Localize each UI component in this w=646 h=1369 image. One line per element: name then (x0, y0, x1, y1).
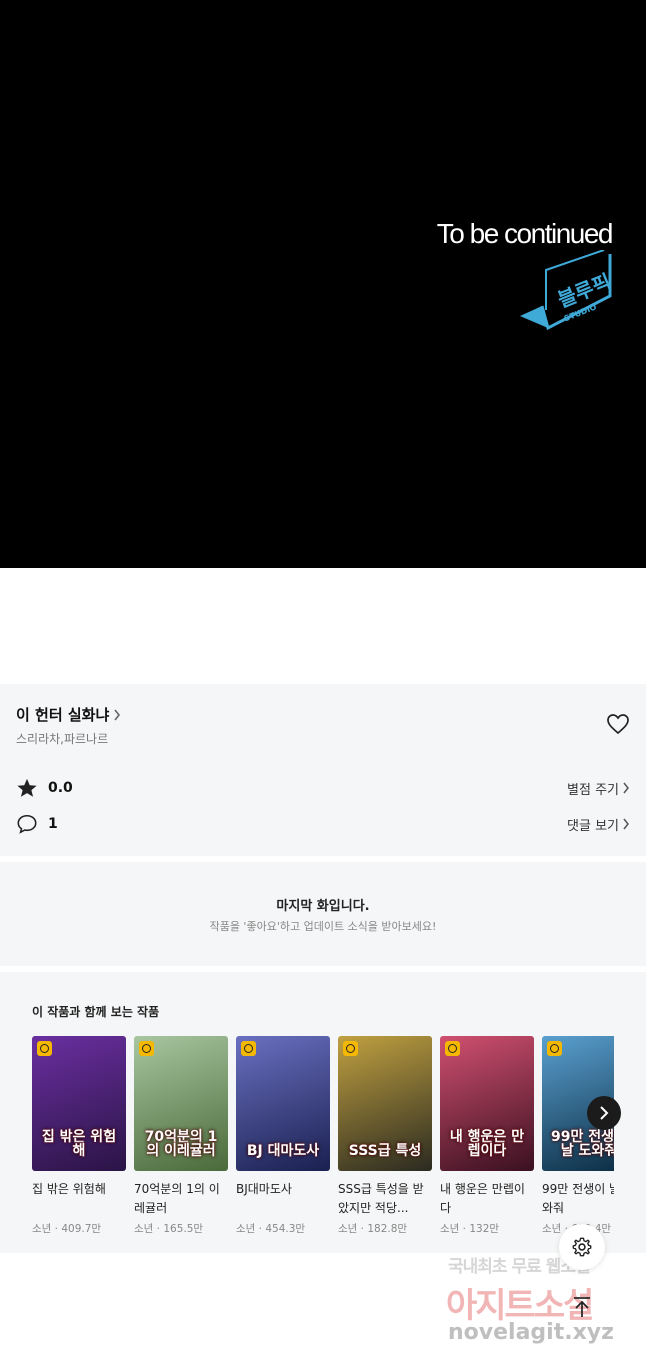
recommendation-card[interactable]: 집 밖은 위험해 집 밖은 위험해 소년 · 409.7만 (32, 1036, 126, 1236)
recommendation-title: 70억분의 1의 이레귤러 (134, 1182, 220, 1215)
clock-badge-icon (343, 1041, 358, 1056)
gear-icon (572, 1237, 592, 1257)
carousel-next-button[interactable] (587, 1096, 621, 1130)
cover-thumbnail: SSS급 특성 (338, 1036, 432, 1171)
settings-button[interactable] (559, 1224, 605, 1270)
recommendation-meta: 소년 · 132만 (440, 1223, 500, 1235)
recommendation-title: 99만 전생이 날 도와줘 (542, 1182, 614, 1215)
recommendation-card[interactable]: 70억분의 1의 이레귤러 70억분의 1의 이레귤러소년 · 165.5만 (134, 1036, 228, 1236)
episode-viewer: To be continued 블루픽 STUDIO (0, 0, 646, 568)
last-episode-heading: 마지막 화입니다. (276, 899, 370, 914)
clock-badge-icon (139, 1041, 154, 1056)
recommendation-title: 집 밖은 위험해 (32, 1182, 106, 1196)
recommendation-meta: 소년 · 454.3만 (236, 1223, 306, 1235)
recommendation-card[interactable]: 99만 전생이 날 도와줘99만 전생이 날 도와줘소년 · 652.4만 (542, 1036, 614, 1236)
cover-thumbnail: BJ 대마도사 (236, 1036, 330, 1171)
recommendation-card[interactable]: BJ 대마도사 BJ대마도사소년 · 454.3만 (236, 1036, 330, 1236)
cover-title-art: SSS급 특성 (348, 1143, 422, 1160)
work-title: 이 헌터 실화냐 (16, 706, 110, 724)
star-icon (17, 778, 37, 797)
rating-value: 0.0 (48, 780, 73, 796)
arrow-up-icon (574, 1297, 590, 1317)
chevron-right-icon (600, 1106, 609, 1120)
clock-badge-icon (241, 1041, 256, 1056)
heart-icon[interactable] (606, 712, 630, 736)
last-episode-notice: 마지막 화입니다. 작품을 '좋아요'하고 업데이트 소식을 받아보세요! (0, 862, 646, 966)
recommendation-meta: 소년 · 409.7만 (32, 1223, 102, 1235)
cover-thumbnail: 70억분의 1의 이레귤러 (134, 1036, 228, 1171)
recommendations-carousel[interactable]: 집 밖은 위험해 집 밖은 위험해 소년 · 409.7만 70억분의 1의 이레귤러… (32, 1036, 614, 1246)
last-episode-subtext: 작품을 '좋아요'하고 업데이트 소식을 받아보세요! (209, 920, 437, 933)
to-be-continued-text: To be continued (436, 218, 614, 249)
cover-thumbnail: 집 밖은 위험해 (32, 1036, 126, 1171)
recommendations-section: 이 작품과 함께 보는 작품 집 밖은 위험해 집 밖은 위험해 소년 · 409.… (0, 972, 646, 1253)
clock-badge-icon (547, 1041, 562, 1056)
rate-button[interactable]: 별점 주기 (567, 779, 630, 798)
recommendation-card[interactable]: 내 행운은 만렙이다 내 행운은 만렙이다 소년 · 132만 (440, 1036, 534, 1236)
recommendations-heading: 이 작품과 함께 보는 작품 (32, 1005, 160, 1019)
chevron-right-icon (623, 782, 629, 794)
work-authors: 스리라차,파르나르 (16, 732, 109, 746)
cover-title-art: 70억분의 1의 이레귤러 (144, 1128, 218, 1160)
comment-icon (17, 814, 37, 834)
rating-row: 0.0 별점 주기 (16, 775, 630, 801)
studio-logo: 블루픽 STUDIO (520, 250, 614, 331)
recommendation-title: SSS급 특성을 받았지만 적당... (338, 1182, 424, 1215)
cover-title-art: 내 행운은 만렙이다 (449, 1128, 525, 1160)
recommendation-title: BJ대마도사 (236, 1182, 292, 1196)
chevron-right-icon (623, 818, 629, 830)
comments-row: 1 댓글 보기 (16, 811, 630, 837)
work-title-link[interactable]: 이 헌터 실화냐 (16, 704, 121, 725)
recommendation-meta: 소년 · 182.8만 (338, 1223, 408, 1235)
chevron-right-icon (114, 709, 121, 720)
cover-thumbnail: 내 행운은 만렙이다 (440, 1036, 534, 1171)
recommendation-card[interactable]: SSS급 특성 SSS급 특성을 받았지만 적당... 소년 · 182.8만 (338, 1036, 432, 1236)
view-comments-button[interactable]: 댓글 보기 (567, 815, 630, 834)
clock-badge-icon (37, 1041, 52, 1056)
clock-badge-icon (445, 1041, 460, 1056)
recommendation-title: 내 행운은 만렙이다 (440, 1182, 525, 1215)
scroll-to-top-button[interactable] (560, 1285, 604, 1329)
comments-count: 1 (48, 816, 58, 832)
view-comments-label: 댓글 보기 (567, 818, 619, 834)
work-info-panel: 이 헌터 실화냐 스리라차,파르나르 0.0 별점 주기 1 댓글 보기 (0, 684, 646, 856)
recommendation-meta: 소년 · 165.5만 (134, 1223, 204, 1235)
cover-title-art: BJ 대마도사 (246, 1143, 320, 1160)
rate-button-label: 별점 주기 (567, 782, 619, 798)
cover-title-art: 99만 전생이 날 도와줘 (551, 1128, 614, 1160)
cover-title-art: 집 밖은 위험해 (41, 1128, 117, 1160)
